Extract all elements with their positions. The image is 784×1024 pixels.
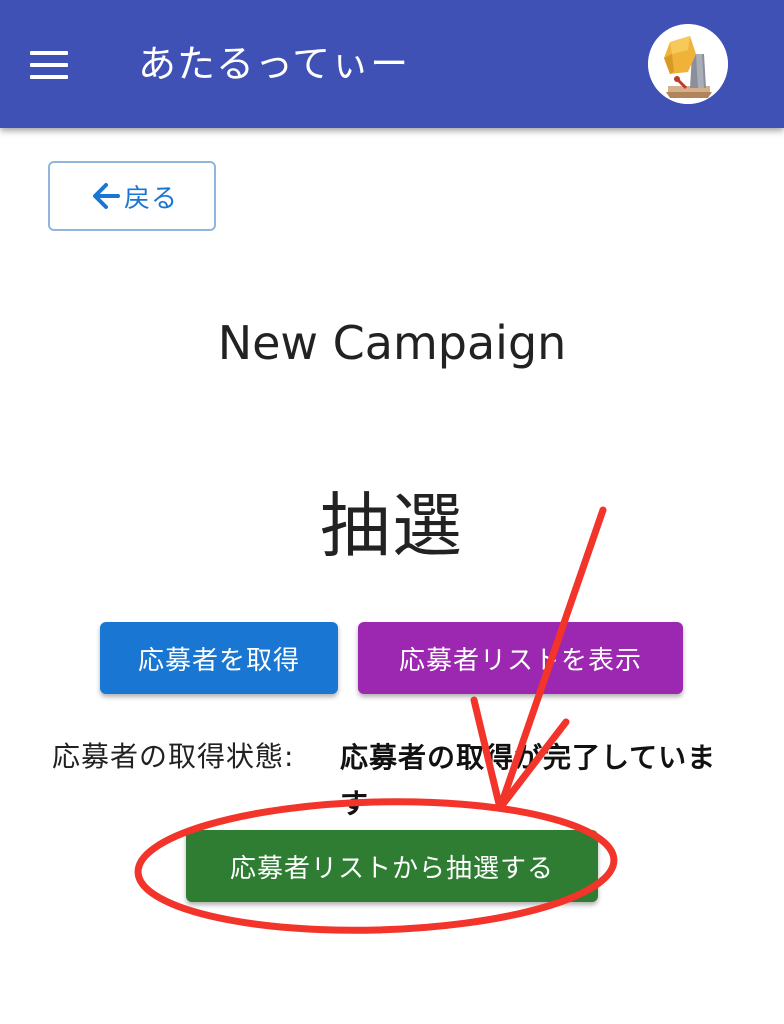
status-value: 応募者の取得が完了しています [340,741,717,820]
app-title: あたるってぃー [138,42,410,86]
arrow-left-icon [92,183,120,209]
back-button[interactable]: 戻る [48,161,216,231]
section-heading: 抽選 [320,485,464,567]
draw-from-list-button[interactable]: 応募者リストから抽選する [186,830,598,902]
app-bar: あたるってぃー [0,0,784,128]
lottery-machine-icon[interactable] [648,24,728,104]
show-applicant-list-button[interactable]: 応募者リストを表示 [358,622,683,694]
status-label: 応募者の取得状態: [52,740,295,773]
hamburger-menu-icon[interactable] [20,40,76,90]
campaign-title: New Campaign [217,316,567,370]
fetch-applicants-button[interactable]: 応募者を取得 [100,622,338,694]
back-button-label: 戻る [123,183,178,214]
